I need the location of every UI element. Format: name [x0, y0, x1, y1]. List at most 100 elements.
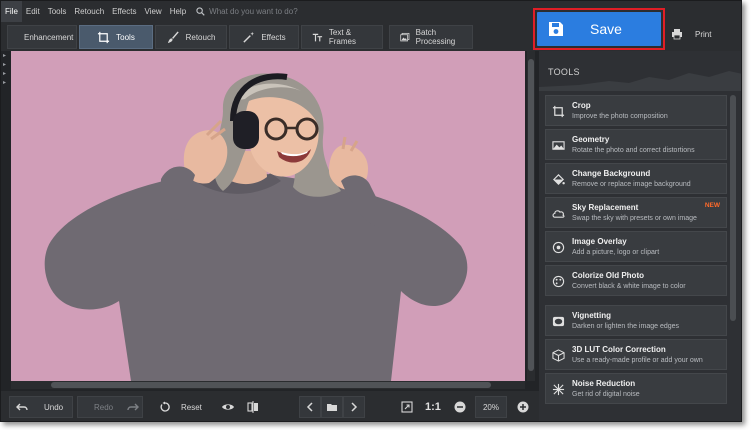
- undo-icon: [16, 403, 28, 411]
- tools-panel: TOOLS Crop Improve the photo composition…: [539, 51, 741, 421]
- preview-toggle[interactable]: [219, 396, 237, 418]
- magic-wand-icon: [243, 31, 255, 43]
- floppy-disk-icon: [549, 22, 563, 36]
- tool-crop[interactable]: Crop Improve the photo composition: [545, 95, 727, 126]
- menu-tools[interactable]: Tools: [44, 1, 71, 22]
- cloud-icon: [552, 210, 565, 218]
- tool-colorize-old-photo[interactable]: Colorize Old Photo Convert black & white…: [545, 265, 727, 296]
- printer-icon: [672, 29, 682, 40]
- tab-label: Text & Frames: [328, 28, 356, 46]
- menu-retouch[interactable]: Retouch: [70, 1, 108, 22]
- actual-size-button[interactable]: 1:1: [425, 396, 441, 418]
- print-button[interactable]: Print: [671, 28, 711, 40]
- bottom-toolbar: Undo Redo Reset 1:1 20%: [1, 391, 539, 421]
- open-folder-button[interactable]: [321, 396, 343, 418]
- tool-title: Vignetting: [572, 311, 611, 320]
- eye-icon: [222, 404, 234, 410]
- previous-photo-button[interactable]: [299, 396, 321, 418]
- tab-label: Enhancement: [24, 32, 74, 42]
- undo-button[interactable]: Undo: [9, 396, 73, 418]
- paint-bucket-icon: [553, 174, 565, 185]
- tab-text-frames[interactable]: Text & Frames: [301, 25, 383, 49]
- tool-description: Add a picture, logo or clipart: [572, 249, 660, 256]
- chevron-right-icon: ▸: [3, 62, 7, 68]
- tool-title: Sky Replacement: [572, 203, 639, 212]
- tool-title: Image Overlay: [572, 237, 627, 246]
- colorize-icon: [552, 275, 565, 288]
- tool-description: Use a ready-made profile or add your own: [572, 357, 703, 364]
- lut-cube-icon: [552, 349, 565, 362]
- zoom-level-field[interactable]: 20%: [475, 396, 507, 418]
- menu-edit[interactable]: Edit: [22, 1, 44, 22]
- tool-description: Remove or replace image background: [572, 181, 691, 188]
- tab-enhancement[interactable]: Enhancement: [7, 25, 77, 49]
- fit-to-screen-button[interactable]: [399, 396, 415, 418]
- vertical-scrollbar[interactable]: [527, 51, 535, 381]
- vignette-icon: [552, 316, 565, 327]
- tab-label: Tools: [116, 32, 135, 42]
- menu-effects[interactable]: Effects: [108, 1, 140, 22]
- save-highlight: Save: [533, 8, 665, 50]
- geometry-icon: [552, 141, 565, 150]
- reset-label: Reset: [181, 402, 202, 412]
- tool-description: Get rid of digital noise: [572, 391, 640, 398]
- print-label: Print: [695, 29, 712, 39]
- next-photo-button[interactable]: [343, 396, 365, 418]
- fit-screen-icon: [401, 401, 413, 413]
- chevron-left-icon: [306, 402, 313, 412]
- tab-label: Effects: [261, 32, 286, 42]
- tool-title: 3D LUT Color Correction: [572, 345, 666, 354]
- mode-tabs: Enhancement Tools Retouch Effects Text &…: [7, 25, 473, 49]
- zoom-in-button[interactable]: [516, 396, 530, 418]
- scroll-thumb[interactable]: [730, 95, 736, 321]
- new-badge: NEW: [704, 202, 720, 209]
- crop-icon: [552, 105, 565, 118]
- tool-vignetting[interactable]: Vignetting Darken or lighten the image e…: [545, 305, 727, 336]
- redo-button[interactable]: Redo: [77, 396, 143, 418]
- reset-button[interactable]: Reset: [153, 396, 213, 418]
- save-button[interactable]: Save: [537, 12, 661, 46]
- reset-icon: [160, 401, 170, 412]
- tool-title: Crop: [572, 101, 591, 110]
- panel-scrollbar[interactable]: [729, 95, 737, 415]
- side-panel-toggle[interactable]: ▸ ▸ ▸ ▸: [3, 53, 6, 87]
- photo-navigation: [299, 396, 365, 418]
- tool-noise-reduction[interactable]: Noise Reduction Get rid of digital noise: [545, 373, 727, 404]
- menu-help[interactable]: Help: [166, 1, 190, 22]
- menu-file[interactable]: File: [1, 1, 22, 22]
- scroll-thumb[interactable]: [528, 59, 534, 371]
- canvas-area: ▸ ▸ ▸ ▸: [1, 51, 539, 391]
- tool-3d-lut[interactable]: 3D LUT Color Correction Use a ready-made…: [545, 339, 727, 370]
- tool-change-background[interactable]: Change Background Remove or replace imag…: [545, 163, 727, 194]
- tool-image-overlay[interactable]: Image Overlay Add a picture, logo or cli…: [545, 231, 727, 262]
- tool-title: Noise Reduction: [572, 379, 636, 388]
- tab-tools[interactable]: Tools: [79, 25, 153, 49]
- tool-geometry[interactable]: Geometry Rotate the photo and correct di…: [545, 129, 727, 160]
- horizontal-scrollbar[interactable]: [11, 381, 525, 389]
- undo-label: Undo: [44, 402, 64, 412]
- tool-sky-replacement[interactable]: Sky Replacement Swap the sky with preset…: [545, 197, 727, 228]
- panel-header: TOOLS: [539, 51, 741, 91]
- menu-bar: File Edit Tools Retouch Effects View Hel…: [1, 1, 529, 22]
- minus-circle-icon: [454, 401, 466, 413]
- folder-icon: [327, 404, 337, 411]
- search-icon: [196, 7, 205, 16]
- tool-title: Change Background: [572, 169, 651, 178]
- redo-label: Redo: [94, 402, 114, 412]
- tool-description: Convert black & white image to color: [572, 283, 686, 290]
- panel-title: TOOLS: [548, 67, 580, 77]
- tool-description: Darken or lighten the image edges: [572, 323, 680, 330]
- photo-canvas[interactable]: [11, 51, 525, 381]
- redo-icon: [127, 403, 140, 411]
- scroll-thumb[interactable]: [51, 382, 491, 388]
- search-input[interactable]: [209, 7, 340, 16]
- tab-batch-processing[interactable]: Batch Processing: [389, 25, 473, 49]
- menu-view[interactable]: View: [140, 1, 165, 22]
- compare-toggle[interactable]: [245, 396, 261, 418]
- image-stack-icon: [400, 32, 410, 41]
- zoom-out-button[interactable]: [453, 396, 467, 418]
- tab-effects[interactable]: Effects: [229, 25, 299, 49]
- tab-retouch[interactable]: Retouch: [155, 25, 227, 49]
- search-box: [196, 7, 340, 16]
- chevron-right-icon: [351, 402, 358, 412]
